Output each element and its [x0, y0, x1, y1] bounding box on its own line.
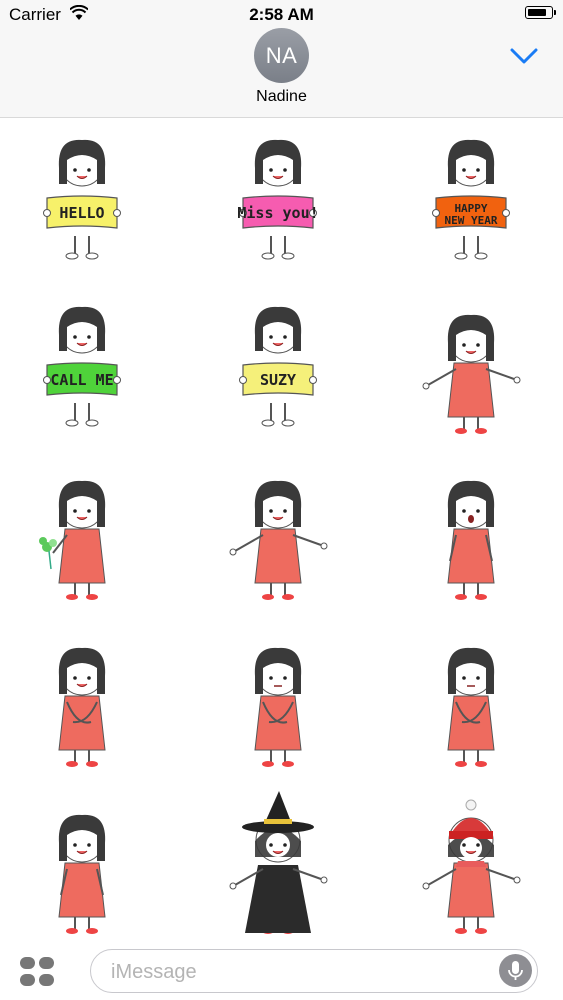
sticker-9[interactable] — [396, 461, 546, 611]
sticker-image: SUZY — [239, 306, 317, 427]
status-time: 2:58 AM — [249, 5, 314, 24]
sticker-11[interactable] — [203, 628, 353, 778]
sticker-12[interactable] — [396, 628, 546, 778]
sticker-1[interactable]: HELLO — [7, 128, 157, 278]
imessage-input[interactable] — [109, 958, 493, 986]
sticker-2[interactable]: Miss you! — [203, 128, 353, 278]
sticker-image: CALL ME — [43, 306, 121, 427]
sticker-5[interactable]: SUZY — [203, 295, 353, 445]
sticker-sign-text: Miss you! — [237, 204, 318, 222]
sticker-image: HAPPY NEW YEAR — [432, 139, 510, 260]
sticker-image — [254, 647, 302, 767]
sticker-13[interactable] — [7, 795, 157, 945]
sticker-image: Miss you! — [237, 139, 319, 260]
chevron-down-icon[interactable] — [510, 47, 538, 65]
sticker-grid: HELLO Miss you! HAPPY NEW YEAR CALL ME SUZY — [0, 118, 563, 945]
message-field[interactable] — [90, 949, 538, 993]
sticker-image — [229, 480, 328, 600]
sticker-15[interactable] — [396, 795, 546, 945]
sticker-image — [447, 480, 495, 600]
app-drawer-icon[interactable] — [20, 957, 56, 987]
sticker-6[interactable] — [396, 295, 546, 445]
sticker-image — [58, 814, 106, 934]
sticker-image — [447, 647, 495, 767]
sticker-image: HELLO — [43, 139, 121, 260]
sticker-image — [422, 314, 521, 434]
sticker-image — [229, 791, 328, 934]
sticker-sign-text: CALL ME — [50, 371, 113, 389]
sticker-8[interactable] — [203, 461, 353, 611]
sticker-4[interactable]: CALL ME — [7, 295, 157, 445]
sticker-3[interactable]: HAPPY NEW YEAR — [396, 128, 546, 278]
sticker-14[interactable] — [203, 791, 353, 945]
contact-avatar[interactable]: NA — [254, 28, 309, 83]
message-input-bar — [0, 945, 563, 1000]
sticker-image — [39, 480, 106, 600]
sticker-sign-text: SUZY — [260, 371, 296, 389]
sticker-7[interactable] — [7, 461, 157, 611]
status-bar: Carrier 2:58 AM — [0, 0, 563, 30]
sticker-10[interactable] — [7, 628, 157, 778]
sticker-image — [58, 647, 106, 767]
contact-name[interactable]: Nadine — [0, 88, 563, 106]
sticker-image — [422, 799, 521, 934]
sticker-sign-text: HELLO — [59, 204, 104, 222]
battery-icon — [525, 6, 556, 19]
microphone-icon[interactable] — [499, 954, 532, 987]
